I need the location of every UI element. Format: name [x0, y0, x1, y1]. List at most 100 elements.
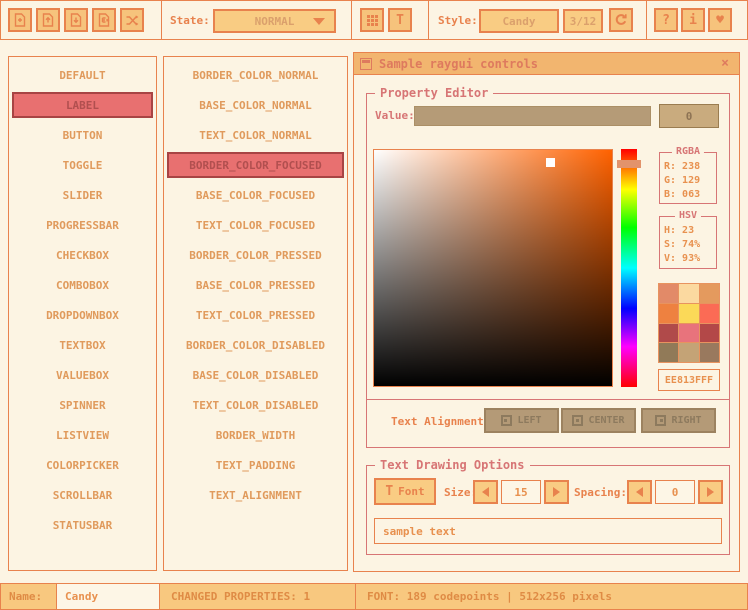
spacing-increment-button[interactable]: [698, 480, 723, 504]
shuffle-icon: [125, 13, 139, 27]
size-decrement-button[interactable]: [473, 480, 498, 504]
properties-list-item[interactable]: BORDER_COLOR_FOCUSED: [167, 152, 344, 178]
text-drawing-options-title: Text Drawing Options: [375, 458, 530, 472]
export-style-button[interactable]: [92, 8, 116, 32]
changed-properties-cell: CHANGED PROPERTIES: 1: [159, 583, 356, 610]
palette-swatch[interactable]: [679, 304, 698, 323]
name-label-cell: Name:: [0, 583, 57, 610]
random-style-button[interactable]: [120, 8, 144, 32]
controls-listview: DEFAULT LABEL BUTTON TOGGLE SLIDER PROGRESSBA…: [8, 56, 157, 571]
properties-list-item[interactable]: BORDER_COLOR_NORMAL: [167, 62, 344, 88]
controls-list-item[interactable]: TEXTBOX: [12, 332, 153, 358]
properties-list-item[interactable]: BORDER_COLOR_DISABLED: [167, 332, 344, 358]
color-picker-panel[interactable]: [373, 149, 613, 387]
new-style-button[interactable]: [8, 8, 32, 32]
controls-list-item[interactable]: LABEL: [12, 92, 153, 118]
save-style-button[interactable]: [64, 8, 88, 32]
sample-text-textbox[interactable]: sample text: [374, 518, 722, 544]
properties-list-item[interactable]: BASE_COLOR_NORMAL: [167, 92, 344, 118]
spacing-value-box[interactable]: 0: [655, 480, 695, 504]
controls-list-item[interactable]: DROPDOWNBOX: [12, 302, 153, 328]
align-center-button[interactable]: CENTER: [561, 408, 636, 433]
hex-color-textbox[interactable]: EE813FFF: [658, 369, 720, 391]
palette-swatch[interactable]: [679, 343, 698, 362]
toolbar-divider: [428, 1, 429, 39]
spacing-decrement-button[interactable]: [627, 480, 652, 504]
align-left-button[interactable]: LEFT: [484, 408, 559, 433]
help-button[interactable]: ?: [654, 8, 678, 32]
controls-list-item[interactable]: PROGRESSBAR: [12, 212, 153, 238]
controls-list-item[interactable]: BUTTON: [12, 122, 153, 148]
style-table-button[interactable]: [360, 8, 384, 32]
new-file-icon: [13, 13, 27, 27]
palette-swatch[interactable]: [700, 324, 719, 343]
palette-swatch[interactable]: [679, 284, 698, 303]
open-file-icon: [41, 13, 55, 27]
font-button[interactable]: T Font: [374, 478, 436, 505]
value-box[interactable]: 0: [659, 104, 719, 128]
state-dropdown-value: NORMAL: [255, 15, 295, 28]
property-editor-title: Property Editor: [375, 86, 493, 100]
controls-list-item[interactable]: COLORPICKER: [12, 452, 153, 478]
properties-list-item[interactable]: BORDER_WIDTH: [167, 422, 344, 448]
toolbar-divider: [351, 1, 352, 39]
rgba-r-value: R: 238: [664, 160, 716, 174]
style-name-button[interactable]: Candy: [479, 9, 559, 33]
value-label: Value:: [375, 109, 415, 122]
style-name-input[interactable]: Candy: [56, 583, 160, 610]
palette-swatch[interactable]: [700, 304, 719, 323]
open-style-button[interactable]: [36, 8, 60, 32]
style-name-value: Candy: [502, 15, 535, 28]
align-right-button[interactable]: RIGHT: [641, 408, 716, 433]
controls-list-item[interactable]: VALUEBOX: [12, 362, 153, 388]
properties-list-item[interactable]: TEXT_COLOR_NORMAL: [167, 122, 344, 148]
controls-list-item[interactable]: TOGGLE: [12, 152, 153, 178]
palette-swatch[interactable]: [700, 343, 719, 362]
properties-list-item[interactable]: BORDER_COLOR_PRESSED: [167, 242, 344, 268]
controls-list-item[interactable]: SPINNER: [12, 392, 153, 418]
hue-bar[interactable]: [621, 149, 637, 387]
controls-list-item[interactable]: COMBOBOX: [12, 272, 153, 298]
align-left-label: LEFT: [517, 415, 541, 426]
controls-list-item[interactable]: LISTVIEW: [12, 422, 153, 448]
properties-list-item[interactable]: TEXT_COLOR_FOCUSED: [167, 212, 344, 238]
toolbar-divider: [646, 1, 647, 39]
controls-list-item[interactable]: SCROLLBAR: [12, 482, 153, 508]
size-value-box[interactable]: 15: [501, 480, 541, 504]
palette-swatch[interactable]: [659, 284, 678, 303]
color-picker-cursor[interactable]: [546, 158, 555, 167]
controls-list-item[interactable]: CHECKBOX: [12, 242, 153, 268]
properties-list-item[interactable]: TEXT_COLOR_DISABLED: [167, 392, 344, 418]
close-button[interactable]: ×: [717, 56, 733, 72]
palette-swatch[interactable]: [700, 284, 719, 303]
properties-list-item[interactable]: TEXT_ALIGNMENT: [167, 482, 344, 508]
hsv-v-value: V: 93%: [664, 252, 716, 266]
sponsor-button[interactable]: ♥: [708, 8, 732, 32]
text-drawing-options-group: Text Drawing Options T Font Size: 15 Spa…: [366, 465, 730, 555]
properties-list-item[interactable]: BASE_COLOR_FOCUSED: [167, 182, 344, 208]
controls-list-item[interactable]: DEFAULT: [12, 62, 153, 88]
triangle-right-icon: [553, 487, 560, 497]
state-dropdown[interactable]: NORMAL: [213, 9, 336, 33]
palette-swatch[interactable]: [659, 304, 678, 323]
reload-style-button[interactable]: [609, 8, 633, 32]
size-increment-button[interactable]: [544, 480, 569, 504]
properties-list-item[interactable]: BASE_COLOR_PRESSED: [167, 272, 344, 298]
palette-swatch[interactable]: [659, 324, 678, 343]
hue-bar-cursor[interactable]: [617, 160, 641, 168]
controls-list-item[interactable]: STATUSBAR: [12, 512, 153, 538]
palette-swatch[interactable]: [659, 343, 678, 362]
size-value: 15: [514, 486, 527, 499]
align-left-icon: [501, 415, 512, 426]
properties-list-item[interactable]: TEXT_PADDING: [167, 452, 344, 478]
hsv-title: HSV: [675, 210, 701, 221]
properties-list-item[interactable]: TEXT_COLOR_PRESSED: [167, 302, 344, 328]
style-index-badge: 3/12: [563, 9, 603, 33]
properties-list-item[interactable]: BASE_COLOR_DISABLED: [167, 362, 344, 388]
palette-swatch[interactable]: [679, 324, 698, 343]
value-slider[interactable]: [414, 106, 651, 126]
controls-list-item[interactable]: SLIDER: [12, 182, 153, 208]
info-button[interactable]: i: [681, 8, 705, 32]
sample-controls-window: Sample raygui controls × Property Editor…: [353, 52, 740, 572]
font-atlas-button[interactable]: T: [388, 8, 412, 32]
